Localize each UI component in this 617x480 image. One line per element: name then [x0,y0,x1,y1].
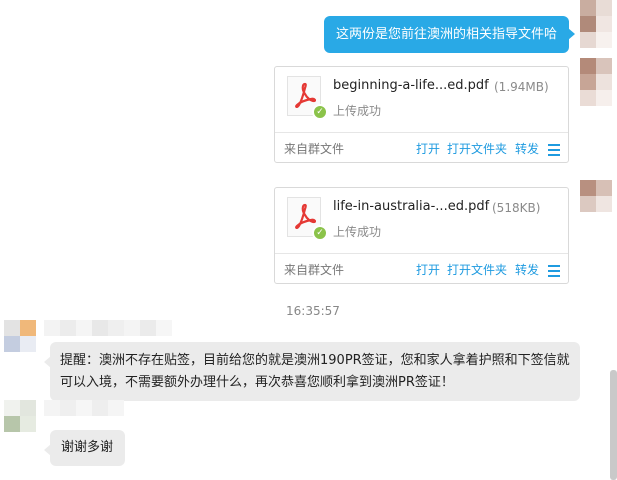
contact-avatar [4,400,36,432]
check-circle-icon: ✓ [312,225,328,241]
open-button[interactable]: 打开 [416,261,440,278]
chat-scrollbar[interactable] [610,370,617,480]
sender-avatar-1 [580,0,612,48]
contact-name-mosaic [44,400,124,416]
sender-avatar-3 [580,180,612,212]
file-source-label: 来自群文件 [284,142,345,156]
file-name[interactable]: beginning-a-life...ed.pdf [333,78,489,93]
incoming-message-line: 提醒：澳洲不存在贴签，目前给您的就是澳洲190PR签证，您和家人拿着护照和下签信… [60,353,570,368]
file-size: (1.94MB) [494,80,549,94]
check-circle-icon: ✓ [312,104,328,120]
outgoing-message-bubble: 这两份是您前往澳洲的相关指导文件哈 [324,16,575,53]
contact-avatar [4,320,36,352]
open-folder-button[interactable]: 打开文件夹 [447,261,507,278]
open-folder-button[interactable]: 打开文件夹 [447,140,507,157]
outgoing-message-text: 这两份是您前往澳洲的相关指导文件哈 [336,27,558,42]
divider [275,132,568,133]
sender-avatar-2 [580,58,612,106]
forward-button[interactable]: 转发 [515,140,539,157]
incoming-message-line: 可以入境，不需要额外办理什么，再次恭喜您顺利拿到澳洲PR签证！ [60,375,454,390]
divider [275,253,568,254]
incoming-message-bubble: 提醒：澳洲不存在贴签，目前给您的就是澳洲190PR签证，您和家人拿着护照和下签信… [44,342,580,401]
upload-status: 上传成功 [333,104,382,118]
contact-name-mosaic [44,320,172,336]
file-card[interactable]: ✓ beginning-a-life...ed.pdf (1.94MB) 上传成… [274,66,569,163]
upload-status: 上传成功 [333,225,382,239]
message-timestamp: 16:35:57 [286,304,340,318]
forward-button[interactable]: 转发 [515,261,539,278]
file-name[interactable]: life-in-australia-...ed.pdf [333,199,489,214]
menu-icon[interactable] [548,144,560,159]
incoming-message-text: 谢谢多谢 [61,440,114,455]
file-size: (518KB) [492,201,541,215]
open-button[interactable]: 打开 [416,140,440,157]
file-source-label: 来自群文件 [284,263,345,277]
incoming-message-bubble: 谢谢多谢 [44,430,125,466]
menu-icon[interactable] [548,265,560,280]
file-card[interactable]: ✓ life-in-australia-...ed.pdf (518KB) 上传… [274,187,569,284]
